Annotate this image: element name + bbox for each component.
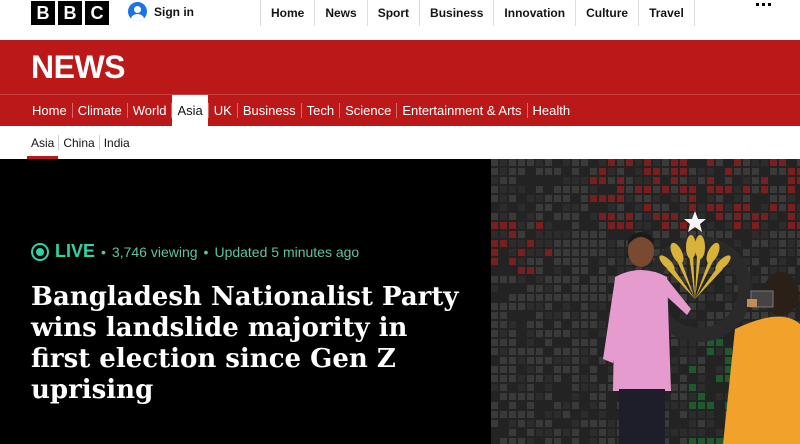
- section-title[interactable]: NEWS: [31, 49, 126, 86]
- hero-photo[interactable]: [491, 159, 800, 444]
- section-nav-climate[interactable]: Climate: [73, 95, 127, 126]
- section-banner: NEWS: [0, 40, 800, 94]
- top-nav-news[interactable]: News: [325, 6, 356, 20]
- updated-time: Updated 5 minutes ago: [214, 243, 360, 260]
- section-nav-asia[interactable]: Asia: [172, 95, 208, 126]
- section-nav-business[interactable]: Business: [238, 95, 301, 126]
- sub-nav-india[interactable]: India: [100, 126, 134, 159]
- bullet-separator: •: [203, 243, 209, 260]
- top-nav-sport[interactable]: Sport: [378, 6, 409, 20]
- section-nav-tech[interactable]: Tech: [302, 95, 339, 126]
- section-nav-world[interactable]: World: [128, 95, 172, 126]
- live-label: LIVE: [55, 241, 96, 261]
- section-nav-science[interactable]: Science: [340, 95, 396, 126]
- section-nav-uk[interactable]: UK: [209, 95, 237, 126]
- hero-headline[interactable]: Bangladesh Nationalist Party wins landsl…: [31, 282, 471, 406]
- live-indicator-icon: [31, 242, 49, 261]
- live-status: LIVE • 3,746 viewing • Updated 5 minutes…: [31, 241, 471, 262]
- top-nav-culture[interactable]: Culture: [586, 6, 628, 20]
- sub-nav: Asia China India: [0, 126, 800, 159]
- photo-pixel-mosaic: [491, 159, 800, 444]
- user-avatar-icon: [128, 2, 147, 21]
- top-nav: Home News Sport Business Innovation Cult…: [260, 0, 695, 26]
- top-nav-innovation[interactable]: Innovation: [504, 6, 565, 20]
- sub-nav-asia[interactable]: Asia: [27, 126, 59, 159]
- menu-dots-icon[interactable]: [756, 3, 771, 6]
- section-nav: Home Climate World Asia UK Business Tech…: [0, 94, 800, 126]
- section-nav-home[interactable]: Home: [27, 95, 72, 126]
- viewing-count: 3,746 viewing: [111, 243, 198, 260]
- sign-in-button[interactable]: Sign in: [128, 2, 194, 21]
- bbc-logo[interactable]: B B C: [31, 1, 109, 25]
- top-nav-business[interactable]: Business: [430, 6, 483, 20]
- bullet-separator: •: [101, 243, 106, 260]
- top-nav-home[interactable]: Home: [271, 6, 304, 20]
- hero-text: LIVE • 3,746 viewing • Updated 5 minutes…: [31, 241, 471, 406]
- hero-story[interactable]: LIVE • 3,746 viewing • Updated 5 minutes…: [0, 159, 800, 444]
- logo-letter-c: C: [85, 1, 109, 25]
- section-nav-entertainment-arts[interactable]: Entertainment & Arts: [397, 95, 526, 126]
- top-nav-travel[interactable]: Travel: [649, 6, 684, 20]
- sub-nav-china[interactable]: China: [59, 126, 98, 159]
- logo-letter-b1: B: [31, 1, 55, 25]
- logo-letter-b2: B: [58, 1, 82, 25]
- section-nav-health[interactable]: Health: [528, 95, 576, 126]
- sign-in-label: Sign in: [154, 4, 194, 19]
- global-header: B B C Sign in Home News Sport Business I…: [0, 0, 800, 40]
